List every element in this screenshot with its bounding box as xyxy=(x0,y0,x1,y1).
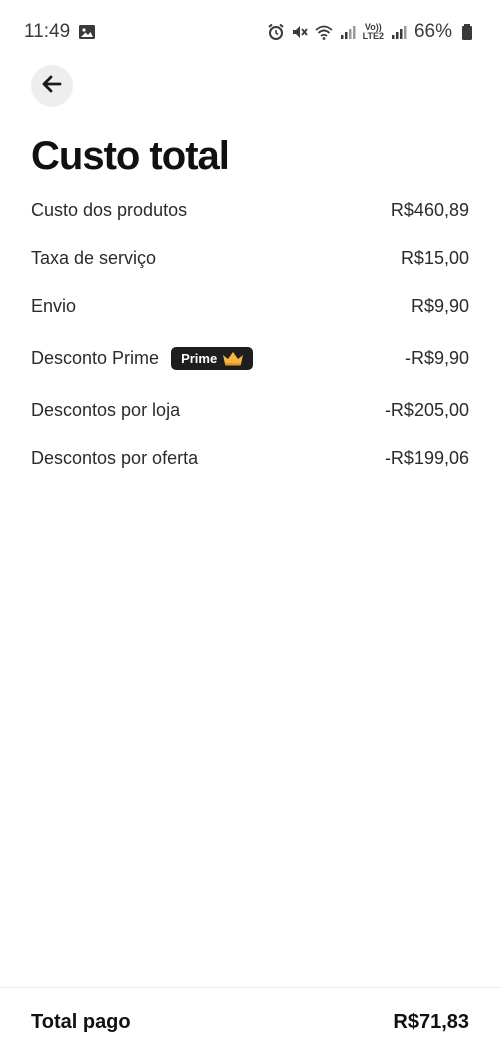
signal-icon-2 xyxy=(390,23,408,41)
lte-bottom-label: LTE2 xyxy=(362,31,384,41)
wifi-icon xyxy=(315,23,333,41)
status-time: 11:49 xyxy=(24,21,71,42)
total-label: Total pago xyxy=(31,1010,131,1033)
mute-icon xyxy=(291,23,309,41)
lte-indicator: Vo)) LTE2 xyxy=(363,23,384,41)
cost-value: R$9,90 xyxy=(410,295,469,316)
prime-badge-label: Prime xyxy=(181,350,218,366)
cost-label: Taxa de serviço xyxy=(31,247,157,268)
back-button[interactable] xyxy=(31,65,73,107)
cost-value: -R$199,06 xyxy=(384,447,469,468)
cost-value: -R$9,90 xyxy=(404,347,469,368)
cost-row-offer-discounts: Descontos por oferta -R$199,06 xyxy=(31,434,469,482)
cost-value: -R$205,00 xyxy=(384,399,469,420)
cost-label: Descontos por loja xyxy=(31,399,181,420)
cost-row-store-discounts: Descontos por loja -R$205,00 xyxy=(31,386,469,434)
cost-label: Envio xyxy=(31,295,77,316)
status-left: 11:49 xyxy=(24,21,96,43)
status-bar: 11:49 Vo)) LTE2 66% xyxy=(0,0,500,64)
total-value: R$71,83 xyxy=(393,1010,469,1033)
cost-label: Descontos por oferta xyxy=(31,447,199,468)
screen: 11:49 Vo)) LTE2 66% Custo total Custo do… xyxy=(0,0,500,1056)
signal-icon xyxy=(339,23,357,41)
cost-list: Custo dos produtos R$460,89 Taxa de serv… xyxy=(31,186,469,482)
cost-label: Desconto Prime xyxy=(31,347,160,368)
battery-level: 66% xyxy=(413,21,452,42)
cost-value: R$460,89 xyxy=(390,199,469,220)
cost-row-shipping: Envio R$9,90 xyxy=(31,282,469,330)
prime-badge: Prime xyxy=(171,346,254,370)
cost-label: Custo dos produtos xyxy=(31,199,188,220)
cost-value: R$15,00 xyxy=(400,247,469,268)
arrow-left-icon xyxy=(40,72,64,101)
total-footer: Total pago R$71,83 xyxy=(0,987,500,1056)
cost-row-service-fee: Taxa de serviço R$15,00 xyxy=(31,234,469,282)
crown-icon xyxy=(221,350,245,366)
image-icon xyxy=(78,23,96,41)
battery-icon xyxy=(458,23,476,41)
page-title: Custo total xyxy=(31,134,230,178)
cost-row-products: Custo dos produtos R$460,89 xyxy=(31,186,469,234)
cost-label-group: Desconto Prime Prime xyxy=(31,346,254,370)
cost-row-prime-discount: Desconto Prime Prime -R$9,90 xyxy=(31,330,469,386)
status-right: Vo)) LTE2 66% xyxy=(267,21,476,43)
alarm-icon xyxy=(267,23,285,41)
